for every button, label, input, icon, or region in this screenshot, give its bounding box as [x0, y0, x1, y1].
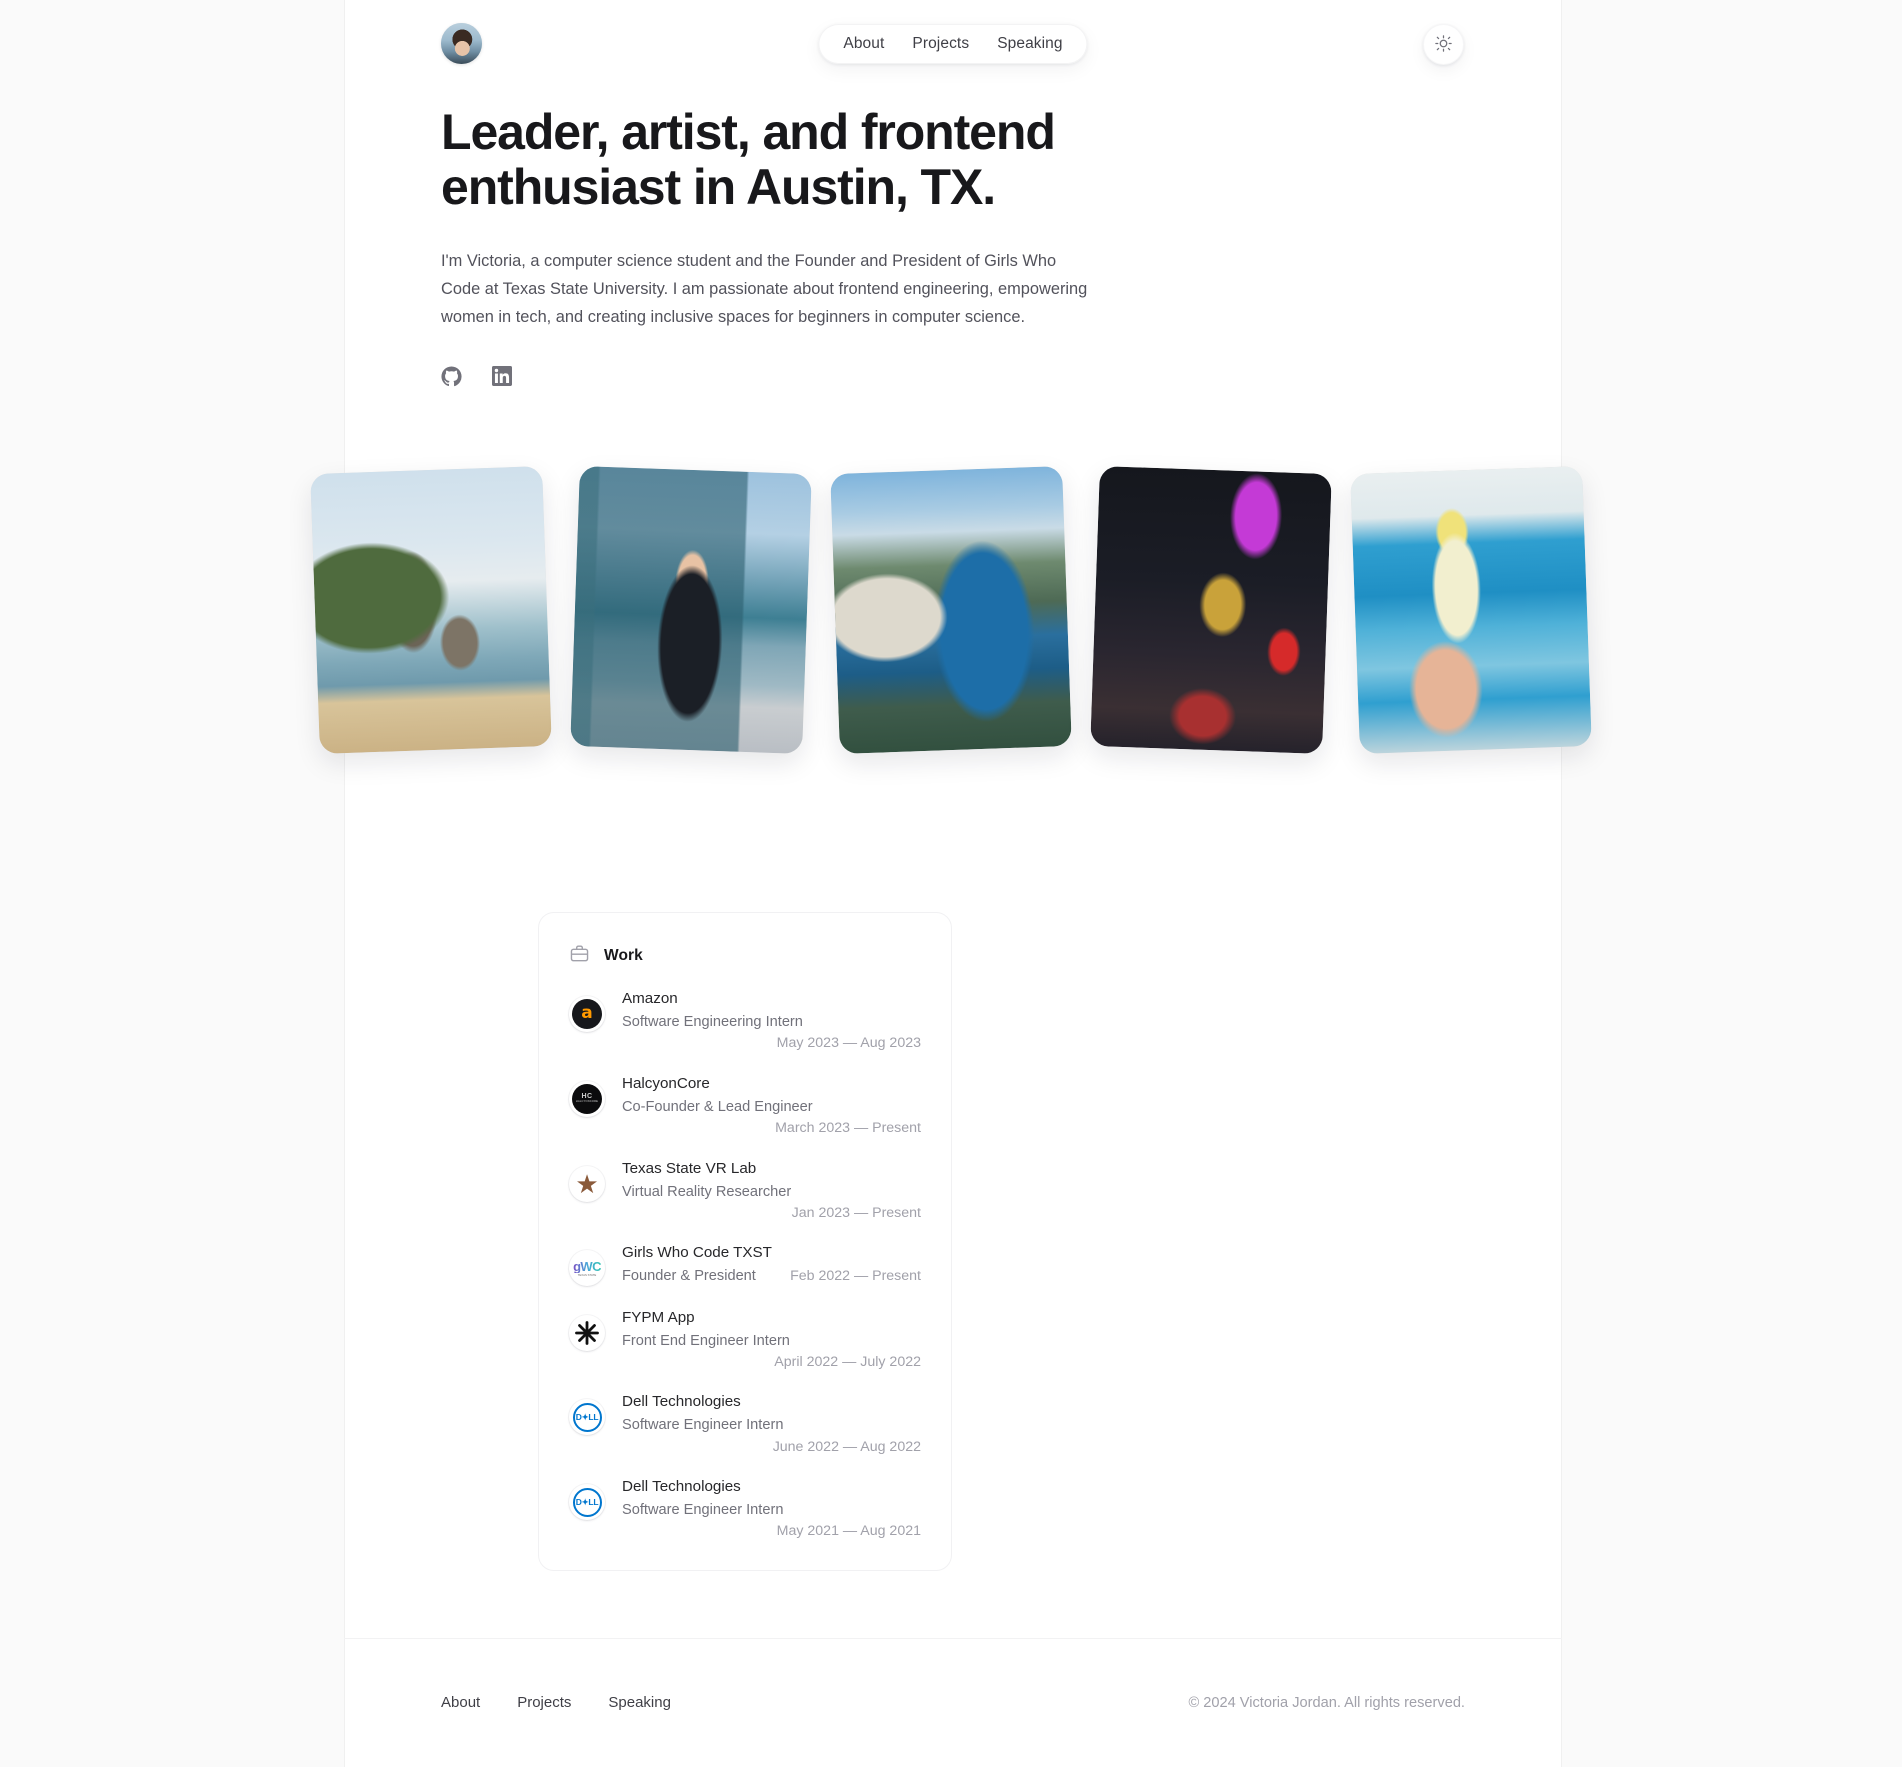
- work-entry[interactable]: D✦LL Dell Technologies Software Engineer…: [569, 1476, 921, 1542]
- texas-state-star-logo: ★: [569, 1165, 605, 1202]
- work-entry-role: Software Engineering Intern: [622, 1014, 803, 1031]
- gallery-photo[interactable]: [1350, 466, 1592, 754]
- copyright-text: © 2024 Victoria Jordan. All rights reser…: [1188, 1694, 1465, 1711]
- work-entry-role: Front End Engineer Intern: [622, 1332, 790, 1349]
- work-entry-role: Co-Founder & Lead Engineer: [622, 1098, 813, 1115]
- gallery-photo[interactable]: [310, 466, 552, 754]
- work-entry-company: Dell Technologies: [622, 1393, 741, 1411]
- gallery-photo[interactable]: [570, 466, 812, 754]
- social-links: [441, 366, 1465, 387]
- amazon-logo: a: [569, 996, 605, 1032]
- gallery-photo-image: [310, 466, 552, 754]
- work-entry-role: Software Engineer Intern: [622, 1417, 784, 1434]
- page-title: Leader, artist, and frontend enthusiast …: [441, 104, 1056, 215]
- work-entry-role: Founder & President: [622, 1268, 756, 1285]
- fypm-logo: [569, 1314, 605, 1351]
- work-entry-role: Virtual Reality Researcher: [622, 1183, 792, 1200]
- work-entry-company: Dell Technologies: [622, 1478, 741, 1496]
- site-footer: About Projects Speaking © 2024 Victoria …: [344, 1638, 1562, 1711]
- work-entry-role: Software Engineer Intern: [622, 1502, 784, 1519]
- work-entry[interactable]: HC HALCYONCORE HalcyonCore Co-Founder & L…: [569, 1073, 921, 1139]
- gallery-photo[interactable]: [830, 466, 1072, 754]
- girls-who-code-logo: gWC TEXAS STATE: [569, 1250, 605, 1287]
- nav-item-about[interactable]: About: [829, 24, 898, 64]
- photo-gallery: [0, 466, 1902, 754]
- work-card-title: Work: [604, 947, 643, 964]
- work-entry-date: June 2022 — Aug 2022: [772, 1438, 921, 1455]
- footer-link-projects[interactable]: Projects: [517, 1694, 571, 1711]
- sun-icon: [1434, 34, 1453, 56]
- work-entry-company: Texas State VR Lab: [622, 1159, 757, 1177]
- work-entry-date: May 2021 — Aug 2021: [776, 1523, 921, 1540]
- gallery-photo-image: [830, 466, 1072, 754]
- work-card: Work a Amazon Software Engineering Inter…: [538, 912, 952, 1571]
- gallery-photo-image: [570, 466, 812, 754]
- briefcase-icon: [569, 943, 590, 969]
- halcyoncore-logo: HC HALCYONCORE: [569, 1080, 605, 1117]
- linkedin-link[interactable]: [492, 366, 512, 387]
- work-entry[interactable]: gWC TEXAS STATE Girls Who Code TXST Found…: [569, 1242, 921, 1287]
- avatar-image: [441, 23, 482, 64]
- hero-section: Leader, artist, and frontend enthusiast …: [344, 105, 1562, 387]
- work-entry[interactable]: ★ Texas State VR Lab Virtual Reality Res…: [569, 1158, 921, 1224]
- gallery-photo[interactable]: [1090, 466, 1332, 754]
- nav-item-projects[interactable]: Projects: [898, 24, 983, 64]
- work-entry-date: March 2023 — Present: [775, 1119, 921, 1136]
- work-entry-company: Girls Who Code TXST: [622, 1244, 772, 1262]
- site-header: About Projects Speaking: [344, 0, 1562, 90]
- github-icon: [441, 366, 462, 387]
- work-entry-company: Amazon: [622, 990, 678, 1007]
- work-entry[interactable]: FYPM App Front End Engineer Intern April…: [569, 1307, 921, 1373]
- dell-logo: D✦LL: [569, 1484, 605, 1521]
- gallery-photo-image: [1090, 466, 1332, 754]
- work-entry[interactable]: a Amazon Software Engineering Intern May…: [569, 988, 921, 1054]
- work-entry-date: Feb 2022 — Present: [790, 1268, 921, 1285]
- work-entry[interactable]: D✦LL Dell Technologies Software Engineer…: [569, 1391, 921, 1457]
- hero-description: I'm Victoria, a computer science student…: [441, 252, 1088, 327]
- primary-nav: About Projects Speaking: [818, 24, 1088, 64]
- gallery-photo-image: [1350, 466, 1592, 754]
- work-entry-date: Jan 2023 — Present: [791, 1204, 921, 1221]
- footer-link-speaking[interactable]: Speaking: [608, 1694, 671, 1711]
- work-entry-company: HalcyonCore: [622, 1074, 710, 1092]
- github-link[interactable]: [441, 366, 462, 387]
- nav-item-speaking[interactable]: Speaking: [983, 24, 1076, 64]
- work-entry-date: May 2023 — Aug 2023: [776, 1035, 921, 1052]
- theme-toggle-button[interactable]: [1423, 24, 1464, 65]
- work-entry-company: FYPM App: [622, 1308, 695, 1326]
- linkedin-icon: [492, 366, 512, 387]
- page-root: About Projects Speaking Leader, artist, …: [0, 0, 1902, 1767]
- work-entry-date: April 2022 — July 2022: [774, 1353, 921, 1370]
- dell-logo: D✦LL: [569, 1399, 605, 1436]
- footer-nav: About Projects Speaking: [441, 1694, 671, 1711]
- work-card-header: Work: [569, 943, 921, 969]
- footer-link-about[interactable]: About: [441, 1694, 480, 1711]
- avatar[interactable]: [441, 23, 482, 64]
